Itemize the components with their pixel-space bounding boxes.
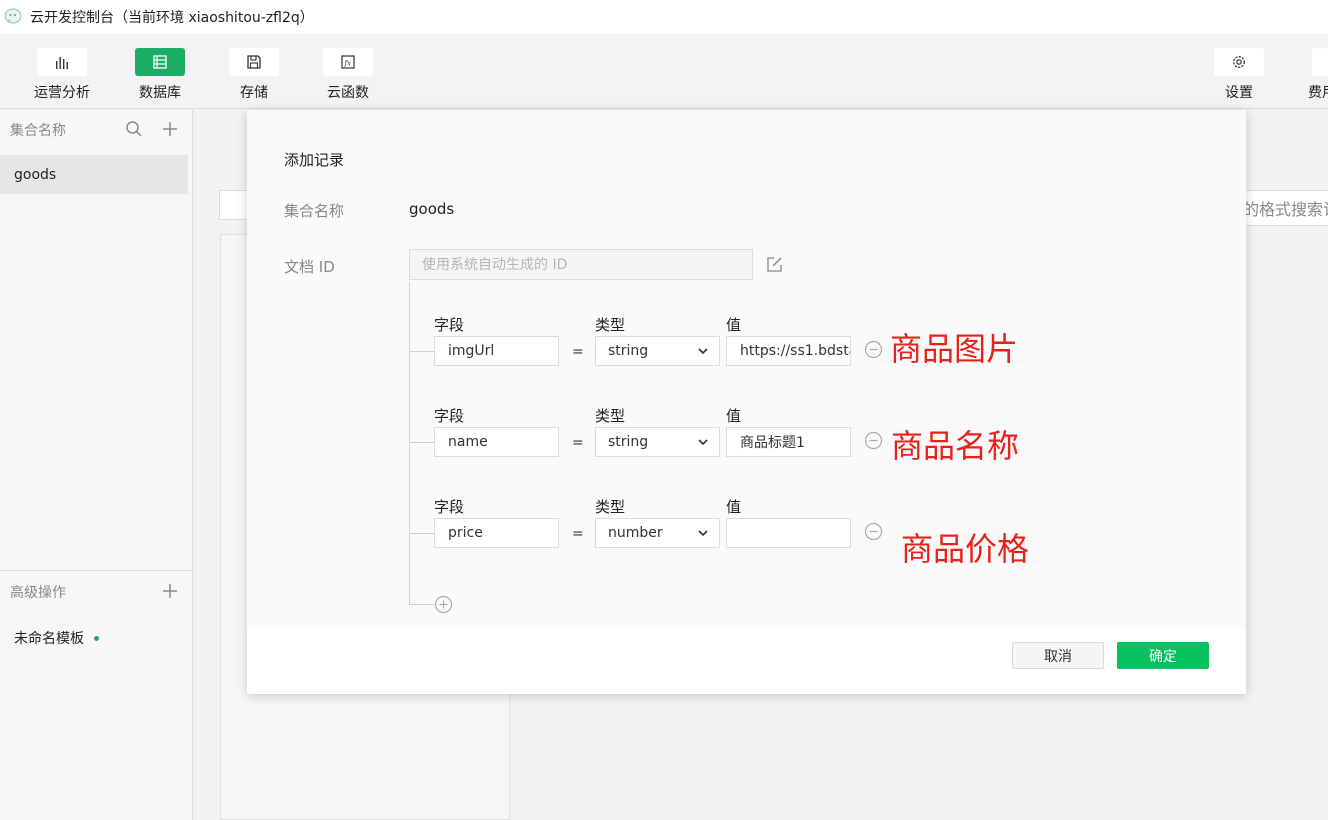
- equals-sign: =: [572, 344, 584, 360]
- window-title: 云开发控制台（当前环境 xiaoshitou-zfl2q）: [30, 10, 314, 26]
- toolbar-analytics[interactable]: 运营分析: [22, 48, 102, 102]
- field-value-input[interactable]: https://ss1.bdstatic: [726, 336, 851, 366]
- advanced-header: 高级操作: [0, 572, 193, 612]
- field-type-select[interactable]: number: [595, 518, 720, 548]
- field-name-text: name: [448, 434, 488, 450]
- advanced-header-label: 高级操作: [10, 585, 66, 601]
- remove-field-icon[interactable]: [864, 340, 883, 359]
- toolbar-fees-button[interactable]: [1312, 48, 1328, 76]
- field-type-text: string: [608, 343, 649, 359]
- collection-name-value: goods: [409, 200, 455, 218]
- bar-chart-icon: [56, 57, 68, 69]
- type-label: 类型: [595, 316, 626, 334]
- sidebar-divider: [0, 570, 193, 571]
- chevron-down-icon: [698, 348, 708, 355]
- field-tree-branch: [409, 351, 434, 352]
- function-icon: fx: [341, 55, 355, 69]
- field-annotation: 商品价格: [901, 530, 1030, 568]
- type-label: 类型: [595, 407, 626, 425]
- value-label: 值: [726, 407, 742, 425]
- collection-item-label: goods: [14, 166, 57, 183]
- main-toolbar: 运营分析 数据库 存储 fx 云函数 设置 费: [0, 34, 1328, 109]
- toolbar-analytics-button[interactable]: [37, 48, 87, 76]
- field-tree-line: [409, 282, 410, 604]
- add-collection-icon[interactable]: [161, 120, 179, 138]
- toolbar-settings-button[interactable]: [1214, 48, 1264, 76]
- value-label: 值: [726, 498, 742, 516]
- document-id-input[interactable]: [409, 249, 753, 280]
- field-annotation: 商品名称: [891, 427, 1020, 465]
- collection-item-goods[interactable]: goods: [0, 155, 188, 194]
- add-record-dialog: 添加记录 集合名称 goods 文档 ID 字段 类型 值 imgUrl = s…: [247, 110, 1246, 694]
- remove-field-icon[interactable]: [864, 431, 883, 450]
- field-value-input[interactable]: [726, 518, 851, 548]
- gear-icon: [1233, 56, 1245, 68]
- cancel-button[interactable]: 取消: [1012, 642, 1104, 669]
- field-annotation: 商品图片: [890, 330, 1019, 368]
- chevron-down-icon: [698, 439, 708, 446]
- toolbar-database-button[interactable]: [135, 48, 185, 76]
- field-type-text: number: [608, 525, 663, 541]
- record-search-hint: 的格式搜索记: [1243, 200, 1328, 219]
- field-value-text: 商品标题1: [740, 435, 805, 451]
- equals-sign: =: [572, 526, 584, 542]
- window-titlebar: 云开发控制台（当前环境 xiaoshitou-zfl2q）: [0, 0, 1328, 34]
- toolbar-cloud-function-label: 云函数: [327, 85, 369, 101]
- field-value-input[interactable]: 商品标题1: [726, 427, 851, 457]
- field-name-text: price: [448, 525, 483, 541]
- toolbar-fees[interactable]: 费用: [1298, 48, 1328, 102]
- toolbar-settings-label: 设置: [1225, 85, 1253, 101]
- field-tree-branch: [409, 533, 434, 534]
- add-field-icon[interactable]: [434, 595, 453, 614]
- value-label: 值: [726, 316, 742, 334]
- toolbar-storage-button[interactable]: [229, 48, 279, 76]
- toolbar-analytics-label: 运营分析: [34, 85, 90, 101]
- field-name-input[interactable]: imgUrl: [434, 336, 559, 366]
- field-type-text: string: [608, 434, 649, 450]
- toolbar-storage-label: 存储: [240, 85, 268, 101]
- template-item[interactable]: 未命名模板: [14, 628, 99, 648]
- svg-text:fx: fx: [344, 60, 352, 68]
- collection-sidebar: 集合名称 goods 高级操作 未命名模板: [0, 110, 193, 820]
- database-icon: [153, 55, 167, 69]
- toolbar-settings[interactable]: 设置: [1199, 48, 1279, 102]
- confirm-button[interactable]: 确定: [1117, 642, 1209, 669]
- add-template-icon[interactable]: [161, 582, 179, 600]
- dialog-title: 添加记录: [284, 151, 345, 169]
- edit-icon[interactable]: [766, 256, 783, 273]
- collection-header: 集合名称: [0, 110, 193, 150]
- field-name-text: imgUrl: [448, 343, 495, 359]
- field-tree-branch: [409, 604, 434, 605]
- search-icon[interactable]: [125, 120, 143, 138]
- collection-name-label: 集合名称: [284, 202, 345, 220]
- save-icon: [247, 55, 261, 69]
- field-label: 字段: [434, 498, 465, 516]
- template-item-label: 未命名模板: [14, 631, 84, 647]
- field-type-select[interactable]: string: [595, 427, 720, 457]
- status-dot: [94, 635, 99, 641]
- toolbar-fees-label: 费用: [1308, 85, 1328, 101]
- toolbar-cloud-function-button[interactable]: fx: [323, 48, 373, 76]
- wechat-devtools-icon: [4, 8, 22, 24]
- field-name-input[interactable]: price: [434, 518, 559, 548]
- toolbar-storage[interactable]: 存储: [214, 48, 294, 102]
- field-label: 字段: [434, 407, 465, 425]
- toolbar-cloud-function[interactable]: fx 云函数: [308, 48, 388, 102]
- toolbar-database[interactable]: 数据库: [120, 48, 200, 102]
- field-value-text: https://ss1.bdstatic: [740, 343, 850, 359]
- collection-header-label: 集合名称: [10, 123, 66, 139]
- field-tree-branch: [409, 442, 434, 443]
- document-id-label: 文档 ID: [284, 258, 335, 276]
- chevron-down-icon: [698, 530, 708, 537]
- record-search-input[interactable]: 的格式搜索记: [1240, 190, 1328, 226]
- type-label: 类型: [595, 498, 626, 516]
- field-type-select[interactable]: string: [595, 336, 720, 366]
- field-label: 字段: [434, 316, 465, 334]
- toolbar-database-label: 数据库: [139, 85, 181, 101]
- field-name-input[interactable]: name: [434, 427, 559, 457]
- equals-sign: =: [572, 435, 584, 451]
- remove-field-icon[interactable]: [864, 522, 883, 541]
